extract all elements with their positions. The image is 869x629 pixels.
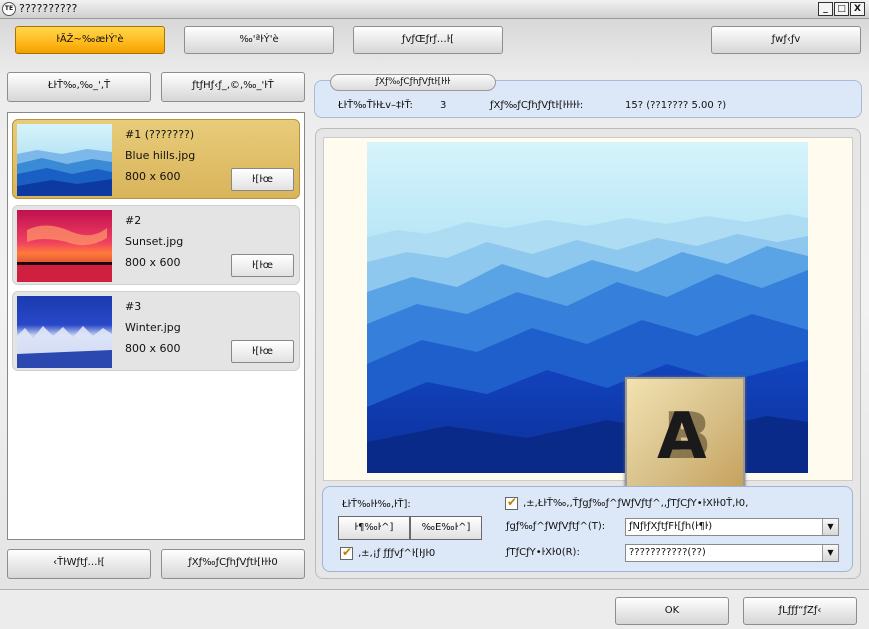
image-filename: Sunset.jpg xyxy=(125,235,184,248)
image-list: #1 (???????) Blue hills.jpg 800 x 600 ŀ[… xyxy=(7,112,305,540)
loop-checkbox[interactable]: ✔ xyxy=(340,545,353,560)
chevron-down-icon[interactable]: ▼ xyxy=(822,519,838,535)
transition-select[interactable]: ƒNƒŀƒXƒtƒFŀ[ƒh(ŀ¶ŀ) ▼ xyxy=(625,518,839,536)
slideshow-info-tab: ƒXƒ‰ƒCƒhƒVƒtŀ[ŀŀŀ xyxy=(330,74,496,91)
transition-label: ƒgƒ‰ƒ^ƒWƒVƒtƒ^(T): xyxy=(506,521,606,532)
toolbar-tab-images[interactable]: ŀÃŽ~‰æŀÝ'è xyxy=(15,26,165,54)
transition-value: ƒNƒŀƒXƒtƒFŀ[ƒh(ŀ¶ŀ) xyxy=(629,521,713,532)
image-thumbnail xyxy=(17,296,112,368)
watermark-preview: B A xyxy=(625,377,745,495)
size-value: ???????????(??) xyxy=(629,547,706,558)
loop-label: ‚±‚¡ƒ ƒƒƒvƒ^ŀ[ŀJŀ0 xyxy=(358,548,436,559)
image-title: #1 (???????) xyxy=(125,128,195,141)
image-count-label: ŁŀŤ‰ŤŀŀŁv–‡ŀŤ: xyxy=(338,100,413,111)
chevron-down-icon[interactable]: ▼ xyxy=(822,545,838,561)
watermark-letter-front: A xyxy=(657,400,707,474)
duration-value: 15? (??1???? 5.00 ?) xyxy=(625,100,727,111)
image-list-item[interactable]: #1 (???????) Blue hills.jpg 800 x 600 ŀ[… xyxy=(12,119,300,199)
footer-bar xyxy=(0,589,869,629)
edit-button[interactable]: ‹ŤŀWƒtƒ…ŀ[ xyxy=(7,549,151,579)
random-checkbox[interactable]: ✔ xyxy=(505,495,518,510)
image-size: 800 x 600 xyxy=(125,256,181,269)
order-left-button[interactable]: ŀ¶‰ŀ^] xyxy=(338,516,410,540)
image-thumbnail xyxy=(17,124,112,196)
image-thumbnail xyxy=(17,210,112,282)
image-count-value: 3 xyxy=(440,100,447,111)
slideshow-button[interactable]: ƒXƒ‰ƒCƒhƒVƒtŀ[ŀŀŀ0 xyxy=(161,549,305,579)
size-select[interactable]: ???????????(??) ▼ xyxy=(625,544,839,562)
image-size: 800 x 600 xyxy=(125,170,181,183)
image-size: 800 x 600 xyxy=(125,342,181,355)
minimize-button[interactable]: _ xyxy=(818,2,833,16)
random-label: ‚±‚ŁŀŤ‰‚‚Ťƒgƒ‰ƒ^ƒWƒVƒtƒ^‚‚ƒTƒCƒY•ŀXŀŀ0Ť‚… xyxy=(523,498,749,509)
check-icon: ✔ xyxy=(342,545,353,559)
window-title: ?????????? xyxy=(19,2,78,15)
image-filename: Blue hills.jpg xyxy=(125,149,196,162)
app-icon: TE xyxy=(2,2,16,16)
remove-image-button[interactable]: ŀ[ŀœ xyxy=(231,340,294,363)
order-label: ŁŀŤ‰ŀŀ‰‚ŀŤ]: xyxy=(342,499,411,510)
remove-image-button[interactable]: ŀ[ŀœ xyxy=(231,254,294,277)
help-button[interactable]: ƒwƒ‹ƒv xyxy=(711,26,861,54)
title-bar: TE ?????????? _ □ X xyxy=(0,0,869,19)
toolbar-tab-settings[interactable]: ‰'ªŀÝ'è xyxy=(184,26,334,54)
remove-image-button[interactable]: ŀ[ŀœ xyxy=(231,168,294,191)
order-right-button[interactable]: ‰E‰ŀ^] xyxy=(410,516,482,540)
image-title: #3 xyxy=(125,300,142,313)
ok-button[interactable]: OK xyxy=(615,597,729,625)
maximize-button[interactable]: □ xyxy=(834,2,849,16)
size-label: ƒTƒCƒY•ŀXŀ0(R): xyxy=(506,547,580,558)
image-list-item[interactable]: #2 Sunset.jpg 800 x 600 ŀ[ŀœ xyxy=(12,205,300,285)
image-title: #2 xyxy=(125,214,142,227)
add-folder-button[interactable]: ƒtƒHƒ‹ƒ_‚©‚‰_'ŀŤ xyxy=(161,72,305,102)
add-image-button[interactable]: ŁŀŤ‰‚‰_'‚Ť xyxy=(7,72,151,102)
image-list-item[interactable]: #3 Winter.jpg 800 x 600 ŀ[ŀœ xyxy=(12,291,300,371)
image-filename: Winter.jpg xyxy=(125,321,181,334)
toolbar-tab-preview[interactable]: ƒvƒŒƒrƒ…ŀ[ xyxy=(353,26,503,54)
cancel-button[interactable]: ƒLƒƒƒ“ƒZƒ‹ xyxy=(743,597,857,625)
duration-label: ƒXƒ‰ƒCƒhƒVƒtŀ[ŀŀŀŀŀ: xyxy=(490,100,584,111)
close-button[interactable]: X xyxy=(850,2,865,16)
check-icon: ✔ xyxy=(507,495,518,509)
